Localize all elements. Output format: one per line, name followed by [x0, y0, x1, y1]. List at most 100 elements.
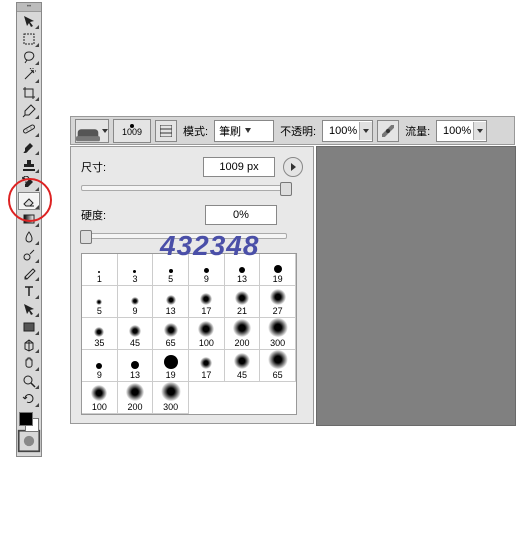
- chevron-down-icon[interactable]: [473, 122, 486, 140]
- brush-preset[interactable]: 45: [225, 350, 261, 382]
- brush-preset[interactable]: 200: [225, 318, 261, 350]
- brush-preset[interactable]: 9: [189, 254, 225, 286]
- opacity-label: 不透明:: [278, 123, 318, 139]
- brush-preset[interactable]: 5: [153, 254, 189, 286]
- size-slider[interactable]: [81, 181, 287, 195]
- brush-size-label: 17: [201, 371, 211, 380]
- eraser-tool[interactable]: [18, 192, 40, 210]
- lasso-tool[interactable]: [18, 48, 40, 66]
- brush-size-label: 200: [234, 339, 249, 348]
- chevron-down-icon: [245, 128, 251, 133]
- brush-preset[interactable]: 300: [153, 382, 189, 414]
- brush-preset-panel: 尺寸: 硬度: 13591319591317212735456510020030…: [70, 146, 314, 424]
- brush-preset[interactable]: 13: [153, 286, 189, 318]
- brush-size-label: 27: [273, 307, 283, 316]
- hand-tool[interactable]: [18, 354, 40, 372]
- brush-preset[interactable]: 35: [82, 318, 118, 350]
- brush-preset[interactable]: 5: [82, 286, 118, 318]
- flow-value[interactable]: [437, 125, 473, 137]
- marquee-tool[interactable]: [18, 30, 40, 48]
- brush-size-label: 45: [237, 371, 247, 380]
- brush-size-label: 200: [127, 403, 142, 412]
- brush-size-label: 300: [163, 403, 178, 412]
- color-swatches[interactable]: [17, 412, 41, 432]
- brush-preset[interactable]: 200: [118, 382, 154, 414]
- brush-preset[interactable]: 17: [189, 286, 225, 318]
- zoom-tool[interactable]: [18, 372, 40, 390]
- brush-preset[interactable]: 100: [82, 382, 118, 414]
- size-input[interactable]: [203, 157, 275, 177]
- chevron-down-icon[interactable]: [359, 122, 372, 140]
- slider-thumb[interactable]: [80, 230, 92, 244]
- brush-preset[interactable]: 21: [225, 286, 261, 318]
- brush-preset[interactable]: 9: [82, 350, 118, 382]
- eyedropper-tool[interactable]: [18, 102, 40, 120]
- brush-size-label: 9: [204, 275, 209, 284]
- brush-preset[interactable]: 13: [118, 350, 154, 382]
- flow-input[interactable]: [436, 120, 487, 142]
- brush-preset[interactable]: 65: [260, 350, 296, 382]
- brush-size-label: 17: [201, 307, 211, 316]
- toolbox-grip[interactable]: ••: [17, 3, 41, 12]
- slider-thumb[interactable]: [280, 182, 292, 196]
- brush-panel-toggle[interactable]: [155, 120, 177, 142]
- rectangle-shape-tool[interactable]: [18, 318, 40, 336]
- mode-select[interactable]: 筆刷: [214, 120, 274, 142]
- dodge-tool[interactable]: [18, 246, 40, 264]
- path-selection-tool[interactable]: [18, 300, 40, 318]
- foreground-color-swatch[interactable]: [19, 412, 33, 426]
- flyout-menu-button[interactable]: [283, 157, 303, 177]
- brush-preset[interactable]: 300: [260, 318, 296, 350]
- hardness-slider[interactable]: [81, 229, 287, 243]
- healing-brush-tool[interactable]: [18, 120, 40, 138]
- brush-preset[interactable]: 100: [189, 318, 225, 350]
- rotate-view-tool[interactable]: [18, 390, 40, 408]
- brush-size-label: 3: [132, 275, 137, 284]
- brush-tool[interactable]: [18, 138, 40, 156]
- brush-size-label: 13: [237, 275, 247, 284]
- clone-stamp-tool[interactable]: [18, 156, 40, 174]
- crop-tool[interactable]: [18, 84, 40, 102]
- type-tool[interactable]: [18, 282, 40, 300]
- history-brush-tool[interactable]: [18, 174, 40, 192]
- brush-preset[interactable]: 19: [260, 254, 296, 286]
- brush-preset[interactable]: 45: [118, 318, 154, 350]
- brush-preset[interactable]: 13: [225, 254, 261, 286]
- options-bar: 1009 模式: 筆刷 不透明: 流量:: [70, 116, 515, 145]
- brush-size-label: 45: [130, 339, 140, 348]
- brush-size-label: 5: [97, 307, 102, 316]
- blur-tool[interactable]: [18, 228, 40, 246]
- hardness-input[interactable]: [205, 205, 277, 225]
- 3d-tool[interactable]: [18, 336, 40, 354]
- magic-wand-tool[interactable]: [18, 66, 40, 84]
- canvas-area[interactable]: [316, 146, 516, 426]
- pen-tool[interactable]: [18, 264, 40, 282]
- toolbox: ••: [16, 2, 42, 457]
- opacity-input[interactable]: [322, 120, 373, 142]
- brush-size-label: 13: [166, 307, 176, 316]
- brush-size-label: 9: [132, 307, 137, 316]
- move-tool[interactable]: [18, 12, 40, 30]
- pressure-opacity-toggle[interactable]: [377, 120, 399, 142]
- brush-size-label: 19: [166, 371, 176, 380]
- mode-label: 模式:: [181, 123, 210, 139]
- gradient-tool[interactable]: [18, 210, 40, 228]
- brush-size-label: 9: [97, 371, 102, 380]
- flow-label: 流量:: [403, 123, 432, 139]
- brush-preset[interactable]: 17: [189, 350, 225, 382]
- brush-size-label: 100: [199, 339, 214, 348]
- tool-preset-picker[interactable]: [75, 119, 109, 143]
- brush-preset[interactable]: 19: [153, 350, 189, 382]
- brush-preset-grid: 1359131959131721273545651002003009131917…: [81, 253, 297, 415]
- hardness-label: 硬度:: [81, 207, 131, 223]
- brush-preset[interactable]: 9: [118, 286, 154, 318]
- brush-picker[interactable]: 1009: [113, 119, 151, 143]
- brush-preset[interactable]: 27: [260, 286, 296, 318]
- brush-size-label: 19: [273, 275, 283, 284]
- brush-preset[interactable]: 3: [118, 254, 154, 286]
- opacity-value[interactable]: [323, 125, 359, 137]
- brush-preset[interactable]: 65: [153, 318, 189, 350]
- brush-size-display: 1009: [122, 128, 142, 137]
- quick-mask-toggle[interactable]: [17, 432, 41, 450]
- brush-preset[interactable]: 1: [82, 254, 118, 286]
